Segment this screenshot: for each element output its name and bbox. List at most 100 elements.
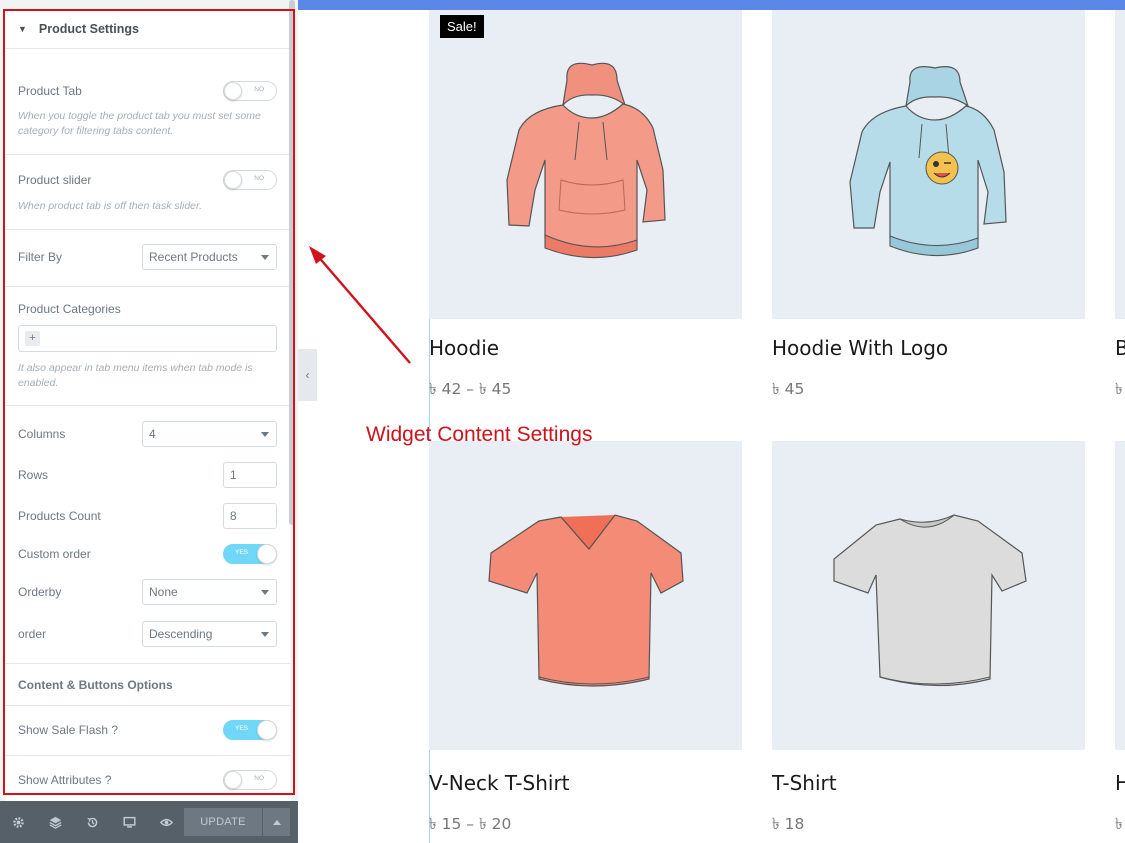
sale-badge: Sale! [440,15,484,38]
product-slider-description: When product tab is off then task slider… [18,200,203,212]
product-price: ৳ 15 – ৳ 20 [429,815,512,833]
control-show-sale-flash: Show Sale Flash ? YES [5,706,290,756]
columns-label: Columns [18,427,66,441]
product-categories-label: Product Categories [18,302,121,316]
product-tab-description: When you toggle the product tab you must… [18,110,261,137]
toggle-knob [224,171,242,189]
product-categories-input[interactable]: + [18,325,277,352]
product-title-partial[interactable]: H [1115,771,1125,795]
product-title-partial[interactable]: B [1115,336,1125,360]
order-select[interactable]: Descending [142,621,277,647]
orderby-label: Orderby [18,585,62,599]
show-attributes-toggle[interactable]: NO [223,770,277,790]
collapse-panel-handle[interactable]: ‹ [298,349,317,401]
product-price-partial: ৳ [1115,815,1123,833]
product-image[interactable]: Sale! [429,10,742,319]
dropdown-arrow-icon [261,255,269,260]
row-columns: Columns 4 [18,421,277,447]
grey-tshirt-illustration [833,514,1027,687]
product-card[interactable]: V-Neck T-Shirt ৳ 15 – ৳ 20 [429,441,742,833]
editor-panel: ▼ Product Settings Product Tab NO When y… [0,0,298,843]
columns-select[interactable]: 4 [142,421,277,447]
show-attributes-label: Show Attributes ? [18,773,112,787]
toggle-state: NO [254,775,264,782]
custom-order-label: Custom order [18,547,91,561]
chevron-left-icon: ‹ [305,368,310,382]
product-title[interactable]: V-Neck T-Shirt [429,771,570,795]
content-buttons-heading: Content & Buttons Options [5,664,290,706]
toggle-state: YES [235,725,249,732]
product-tab-toggle[interactable]: NO [223,81,277,101]
control-product-tab: Product Tab NO When you toggle the produ… [5,49,290,155]
row-order: order Descending [18,621,277,647]
product-image[interactable] [772,441,1085,750]
product-title[interactable]: T-Shirt [772,771,837,795]
products-count-input[interactable]: 8 [223,503,277,529]
product-price: ৳ 45 [772,380,805,398]
control-product-categories: Product Categories + It also appear in t… [5,287,290,406]
custom-order-toggle[interactable]: YES [223,544,277,564]
product-card[interactable]: Hoodie With Logo ৳ 45 [772,10,1085,398]
row-rows: Rows 1 [18,462,277,488]
layers-icon[interactable] [37,801,74,843]
filter-by-value: Recent Products [149,250,238,264]
toggle-state: NO [254,86,264,93]
columns-value: 4 [149,427,156,441]
product-slider-label: Product slider [18,173,92,187]
dropdown-arrow-icon [261,632,269,637]
product-price: ৳ 42 – ৳ 45 [429,380,512,398]
show-sale-flash-toggle[interactable]: YES [223,720,277,740]
products-count-label: Products Count [18,509,101,523]
preview-icon[interactable] [148,801,185,843]
control-group-layout: Columns 4 Rows 1 Products Count 8 Custom… [5,406,290,664]
panel-content: ▼ Product Settings Product Tab NO When y… [5,9,290,801]
settings-icon[interactable] [0,801,37,843]
product-image[interactable] [772,10,1085,319]
product-tab-label: Product Tab [18,84,82,98]
caret-down-icon: ▼ [18,23,27,34]
product-price-partial: ৳ [1115,380,1123,398]
blue-hoodie-illustration [849,66,1007,257]
filter-by-label: Filter By [18,250,63,264]
product-card[interactable]: T-Shirt ৳ 18 [772,441,1085,833]
row-orderby: Orderby None [18,579,277,605]
section-title: Product Settings [38,21,139,36]
dropdown-arrow-icon [261,432,269,437]
product-categories-description: It also appear in tab menu items when ta… [18,362,253,389]
orderby-select[interactable]: None [142,579,277,605]
panel-scrollbar[interactable] [289,0,295,525]
panel-scroll-area: ▼ Product Settings Product Tab NO When y… [0,0,298,801]
row-products-count: Products Count 8 [18,503,277,529]
preview-top-bar [298,0,1125,10]
product-slider-toggle[interactable]: NO [223,170,277,190]
control-show-attributes: Show Attributes ? NO [5,756,290,801]
update-button[interactable]: UPDATE [184,808,262,836]
orderby-value: None [149,585,178,599]
product-price: ৳ 18 [772,815,805,833]
salmon-vneck-illustration [488,514,684,687]
rows-input[interactable]: 1 [223,462,277,488]
responsive-icon[interactable] [111,801,148,843]
section-product-settings[interactable]: ▼ Product Settings [5,9,290,49]
toggle-knob [257,720,277,740]
toggle-knob [257,544,277,564]
panel-footer: UPDATE [0,801,298,843]
history-icon[interactable] [74,801,111,843]
product-title[interactable]: Hoodie With Logo [772,336,948,360]
update-options-button[interactable] [263,808,290,836]
caret-up-icon [272,819,281,825]
show-sale-flash-label: Show Sale Flash ? [18,723,119,737]
order-value: Descending [149,627,213,641]
product-card[interactable]: Sale! Hoodie ৳ 42 – ৳ 45 [429,10,742,398]
product-image-partial[interactable] [1115,441,1125,750]
salmon-hoodie-illustration [506,62,666,259]
order-label: order [18,627,47,641]
product-image-partial[interactable] [1115,10,1125,319]
annotation-label: Widget Content Settings [366,423,593,446]
product-title[interactable]: Hoodie [429,336,499,360]
filter-by-select[interactable]: Recent Products [142,244,277,270]
dropdown-arrow-icon [261,590,269,595]
product-image[interactable] [429,441,742,750]
control-product-slider: Product slider NO When product tab is of… [5,155,290,230]
add-category-icon[interactable]: + [25,331,40,346]
